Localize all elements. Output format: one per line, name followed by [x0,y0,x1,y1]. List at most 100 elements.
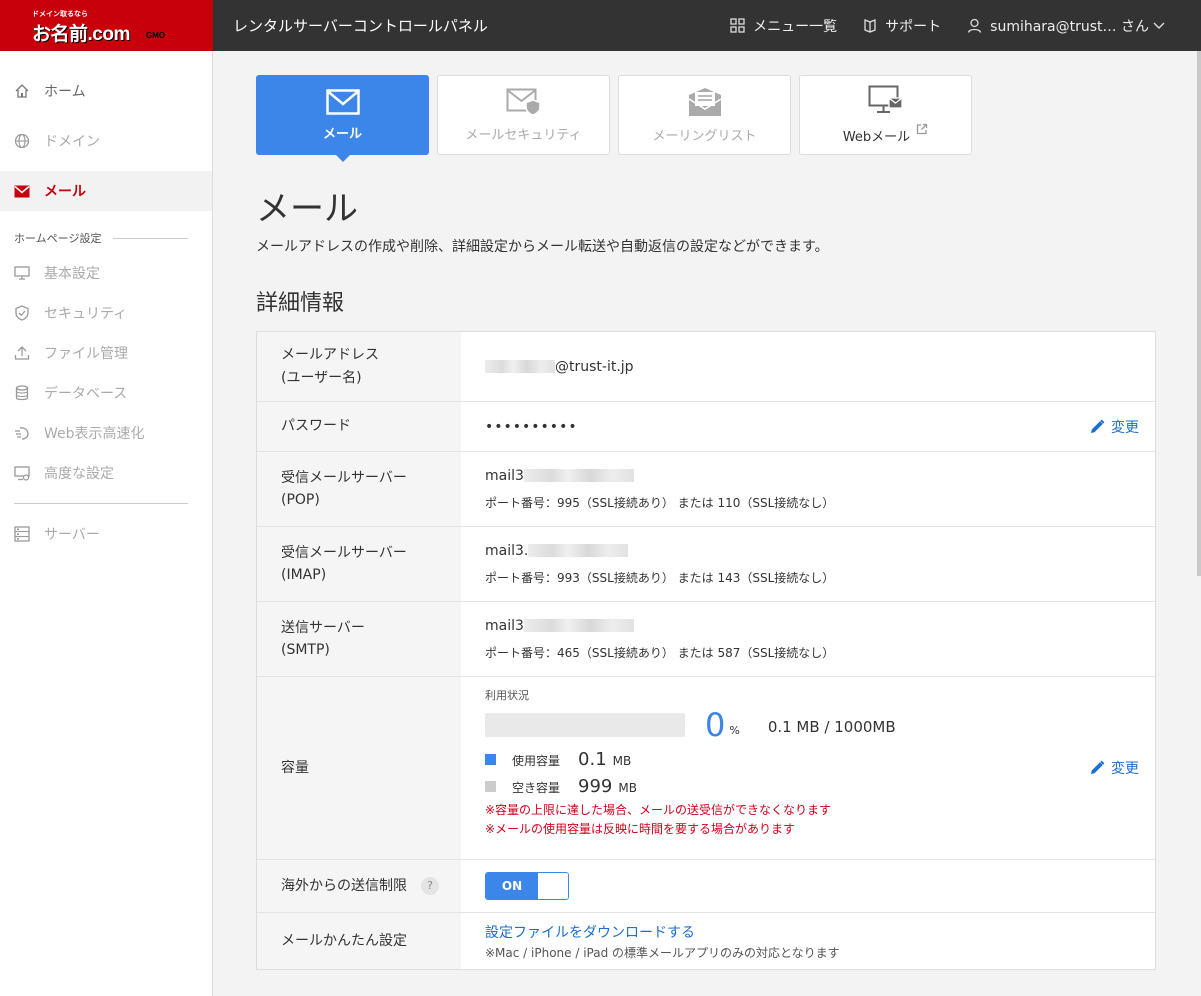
row-label: 海外からの送信制限 ? [257,860,461,912]
password-edit-button[interactable]: 変更 [1089,417,1139,437]
mail-tabs: メール メールセキュリティ メーリングリスト Webメール [256,75,980,162]
speed-icon [15,427,29,440]
sidebar-item-label: セキュリティ [44,306,128,322]
password-label: パスワード [257,402,461,451]
tab-webmail[interactable]: Webメール [799,75,972,155]
globe-icon [14,133,30,149]
mail-icon [325,88,360,115]
sidebar-item-advanced-settings[interactable]: 高度な設定 [0,453,212,493]
sidebar-item-label: サーバー [44,527,100,543]
edit-label: 変更 [1111,419,1139,436]
sidebar-item-web-speed[interactable]: Web表示高速化 [0,413,212,453]
help-icon[interactable]: ? [421,877,439,895]
table-row: 海外からの送信制限 ? ON [257,860,1155,913]
tab-mail-security[interactable]: メールセキュリティ [437,75,610,155]
mail-shield-icon [506,88,541,116]
header: ドメイン取るなら お名前.com GMO レンタルサーバーコントロールパネル メ… [0,0,1201,51]
tab-label-wrap: Webメール [843,123,928,145]
imap-label: 受信メールサーバー [281,544,407,561]
logo-gmo: GMO [146,31,166,40]
email-label-sub: (ユーザー名) [281,369,362,386]
section-title: 詳細情報 [256,291,345,316]
redacted-text [523,619,634,632]
sidebar-item-label: 基本設定 [44,266,100,282]
usage-percent-unit: % [729,723,740,737]
table-row: メールかんたん設定 設定ファイルをダウンロードする ※Mac / iPhone … [257,913,1155,969]
row-value: ON [461,860,1155,912]
external-link-icon [917,123,928,135]
sidebar-item-file-manager[interactable]: ファイル管理 [0,333,212,373]
free-legend-swatch [485,781,496,792]
capacity-warning: ※容量の上限に達した場合、メールの送受信ができなくなります [485,803,832,817]
smtp-port: ポート番号：465（SSL接続あり） または 587（SSL接続なし） [485,645,835,660]
capacity-edit-button[interactable]: 変更 [1089,758,1139,778]
overseas-label: 海外からの送信制限 [281,877,407,894]
logo[interactable]: ドメイン取るなら お名前.com GMO [0,0,213,51]
details-table: メールアドレス (ユーザー名) @trust-it.jp パスワード ••••••… [256,331,1156,970]
chevron-down-icon [1153,22,1165,29]
pop-label: 受信メールサーバー [281,469,407,486]
used-legend-swatch [485,754,496,765]
tab-label: メール [322,126,362,142]
table-row: メールアドレス (ユーザー名) @trust-it.jp [257,332,1155,402]
usage-percent: 0 [705,706,726,744]
table-row: 送信サーバー (SMTP) mail3 ポート番号：465（SSL接続あり） また… [257,602,1155,677]
sidebar-item-label: メール [44,184,86,200]
server-icon [14,526,30,542]
imap-port: ポート番号：993（SSL接続あり） または 143（SSL接続なし） [485,570,835,585]
webmail-icon [868,85,903,113]
overseas-restriction-toggle[interactable]: ON [485,872,569,900]
row-value: @trust-it.jp [461,332,1155,401]
usage-label: 利用状況 [485,689,529,702]
sidebar-item-basic-settings[interactable]: 基本設定 [0,253,212,293]
advanced-icon [14,465,30,481]
sidebar-item-database[interactable]: データベース [0,373,212,413]
sidebar-item-mail[interactable]: メール [0,171,212,211]
row-label: 受信メールサーバー (POP) [257,452,461,526]
scrollbar[interactable] [1197,51,1201,576]
sidebar-item-label: Web表示高速化 [44,426,145,442]
redacted-text [528,544,629,557]
tab-mail[interactable]: メール [256,75,429,162]
download-settings-link[interactable]: 設定ファイルをダウンロードする [485,922,1155,942]
free-value: 999 [578,776,613,797]
download-note: ※Mac / iPhone / iPad の標準メールアプリのみの対応となります [485,945,840,960]
tab-mailing-list[interactable]: メーリングリスト [618,75,791,155]
sidebar: ホーム ドメイン メール ホームページ設定 基本設定 セキュリティ ファイル管理… [0,51,213,996]
redacted-text [523,469,634,482]
sidebar-item-label: ホーム [44,84,86,100]
pencil-icon [1091,760,1105,774]
usage-total: 0.1 MB / 1000MB [767,718,896,736]
sidebar-item-label: ドメイン [44,134,100,150]
tab-label: メーリングリスト [652,128,757,144]
row-value: 利用状況 0 % 0.1 MB / 1000MB 使用容量 0.1 MB 空き容… [461,677,1155,859]
usage-progress-bar [485,713,685,737]
table-row: 容量 利用状況 0 % 0.1 MB / 1000MB 使用容量 0.1 MB [257,677,1155,860]
sidebar-item-home[interactable]: ホーム [0,71,212,111]
smtp-server: mail3 [485,617,524,634]
redacted-text [485,360,555,373]
table-row: パスワード •••••••••• 変更 [257,402,1155,452]
sidebar-item-domain[interactable]: ドメイン [0,121,212,161]
row-value: 設定ファイルをダウンロードする ※Mac / iPhone / iPad の標準… [461,913,1155,969]
imap-server: mail3. [485,542,529,559]
sidebar-section-homepage: ホームページ設定 [0,223,212,253]
sidebar-item-label: 高度な設定 [44,466,114,482]
sidebar-item-label: ファイル管理 [44,346,128,362]
monitor-icon [14,266,30,280]
free-unit: MB [618,781,637,795]
sidebar-item-security[interactable]: セキュリティ [0,293,212,333]
main-content: メール メールセキュリティ メーリングリスト Webメール メール メールアドレ… [213,51,1201,996]
row-value: •••••••••• 変更 [461,402,1155,451]
row-label: 受信メールサーバー (IMAP) [257,527,461,601]
used-value: 0.1 [578,749,607,770]
capacity-warning: ※メールの使用容量は反映に時間を要する場合があります [485,822,796,836]
row-label: 送信サーバー (SMTP) [257,602,461,676]
email-value: @trust-it.jp [555,358,634,375]
tab-label: メールセキュリティ [465,127,582,143]
row-value: mail3 ポート番号：995（SSL接続あり） または 110（SSL接続なし… [461,452,1155,526]
table-row: 受信メールサーバー (IMAP) mail3. ポート番号：993（SSL接続あり… [257,527,1155,602]
sidebar-item-label: データベース [44,386,128,402]
used-capacity-row: 使用容量 0.1 MB [485,749,1155,770]
sidebar-item-server[interactable]: サーバー [0,514,212,554]
